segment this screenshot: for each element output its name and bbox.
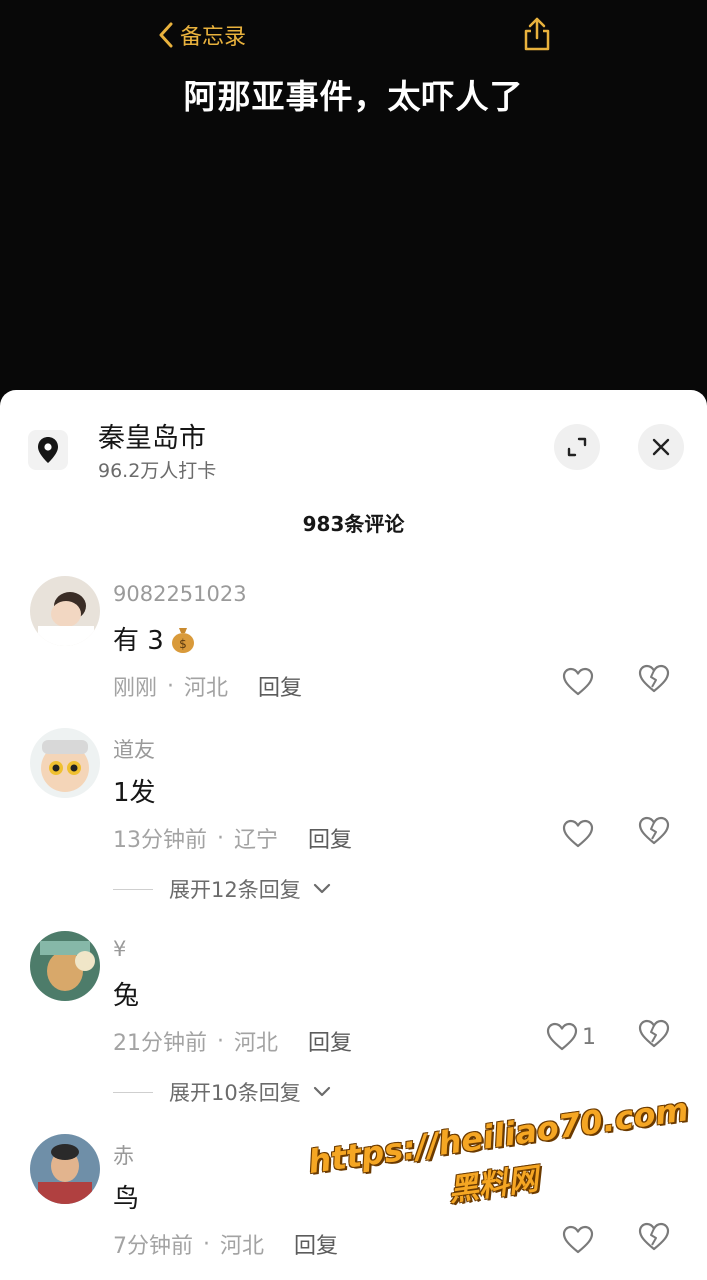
reply-button[interactable]: 回复: [294, 1228, 338, 1260]
comment-username[interactable]: 道友: [113, 734, 155, 764]
avatar[interactable]: [30, 1134, 100, 1204]
comment-time: 13分钟前: [113, 828, 207, 853]
comment-time: 刚刚: [113, 676, 158, 701]
dislike-button[interactable]: [638, 816, 672, 852]
comment-meta: 刚刚 · 河北 回复: [113, 670, 302, 702]
expand-replies-button[interactable]: 展开12条回复: [113, 874, 331, 904]
comment-meta: 7分钟前 · 河北 回复: [113, 1228, 338, 1260]
like-button[interactable]: 1: [546, 1019, 596, 1055]
comment-username[interactable]: 赤: [113, 1140, 134, 1170]
avatar[interactable]: [30, 576, 100, 646]
comment-region: 河北: [220, 1234, 265, 1259]
divider: [113, 1091, 153, 1093]
heart-icon: [562, 1225, 594, 1254]
dislike-button[interactable]: [638, 664, 672, 700]
location-checkins: 96.2万人打卡: [98, 460, 217, 482]
comment-text-content: 有 3: [113, 626, 164, 656]
comment-region: 河北: [234, 1031, 279, 1056]
comment-text-content: 1发: [113, 778, 156, 808]
dislike-button[interactable]: [638, 1019, 672, 1055]
comment-text-content: 鸟: [113, 1184, 140, 1214]
heart-icon: [546, 1022, 578, 1051]
heart-icon: [562, 667, 594, 696]
comment-meta: 13分钟前 · 辽宁 回复: [113, 822, 352, 854]
broken-heart-icon: [638, 664, 670, 693]
video-area[interactable]: 备忘录 阿那亚事件，太吓人了: [0, 0, 707, 400]
broken-heart-icon: [638, 1019, 670, 1048]
comment-username[interactable]: 9082251023: [113, 582, 247, 606]
chevron-down-icon: [313, 883, 330, 894]
back-button[interactable]: 备忘录: [158, 18, 246, 52]
heart-icon: [562, 819, 594, 848]
reply-button[interactable]: 回复: [308, 1025, 352, 1057]
avatar[interactable]: [30, 728, 100, 798]
chevron-down-icon: [313, 1086, 330, 1097]
comment-text: 1发: [113, 772, 156, 809]
expand-replies-label: 展开10条回复: [169, 1081, 301, 1105]
comment-text: 鸟: [113, 1178, 139, 1215]
svg-text:$: $: [179, 637, 187, 651]
expand-replies-button[interactable]: 展开10条回复: [113, 1077, 331, 1107]
video-title: 阿那亚事件，太吓人了: [183, 77, 524, 116]
comments-count: 983条评论: [302, 512, 405, 536]
money-bag-icon: $: [171, 627, 194, 653]
comment-region: 辽宁: [234, 828, 279, 853]
share-button[interactable]: [520, 16, 554, 52]
location-pin-icon: [28, 430, 68, 470]
chevron-left-icon: [159, 22, 173, 48]
close-button[interactable]: [638, 424, 684, 470]
comment-text: 兔: [113, 975, 139, 1012]
like-button[interactable]: [562, 1222, 598, 1258]
comment-username[interactable]: ¥: [113, 937, 126, 961]
comment-time: 21分钟前: [113, 1031, 207, 1056]
comment-time: 7分钟前: [113, 1234, 193, 1259]
back-label: 备忘录: [180, 25, 247, 50]
comment-meta: 21分钟前 · 河北 回复: [113, 1025, 352, 1057]
comment-text-content: 兔: [113, 981, 140, 1011]
close-icon: [652, 438, 670, 456]
expand-icon: [567, 437, 587, 457]
reply-button[interactable]: 回复: [258, 670, 302, 702]
avatar[interactable]: [30, 931, 100, 1001]
like-count: 1: [582, 1024, 596, 1050]
comment-text: 有 3 $: [113, 620, 198, 657]
expand-replies-label: 展开12条回复: [169, 878, 301, 902]
expand-sheet-button[interactable]: [554, 424, 600, 470]
like-button[interactable]: [562, 664, 598, 700]
share-icon: [524, 17, 550, 51]
dislike-button[interactable]: [638, 1222, 672, 1258]
comment-region: 河北: [184, 676, 229, 701]
reply-button[interactable]: 回复: [308, 822, 352, 854]
location-name[interactable]: 秦皇岛市: [98, 416, 206, 455]
like-button[interactable]: [562, 816, 598, 852]
broken-heart-icon: [638, 1222, 670, 1251]
divider: [113, 888, 153, 890]
broken-heart-icon: [638, 816, 670, 845]
